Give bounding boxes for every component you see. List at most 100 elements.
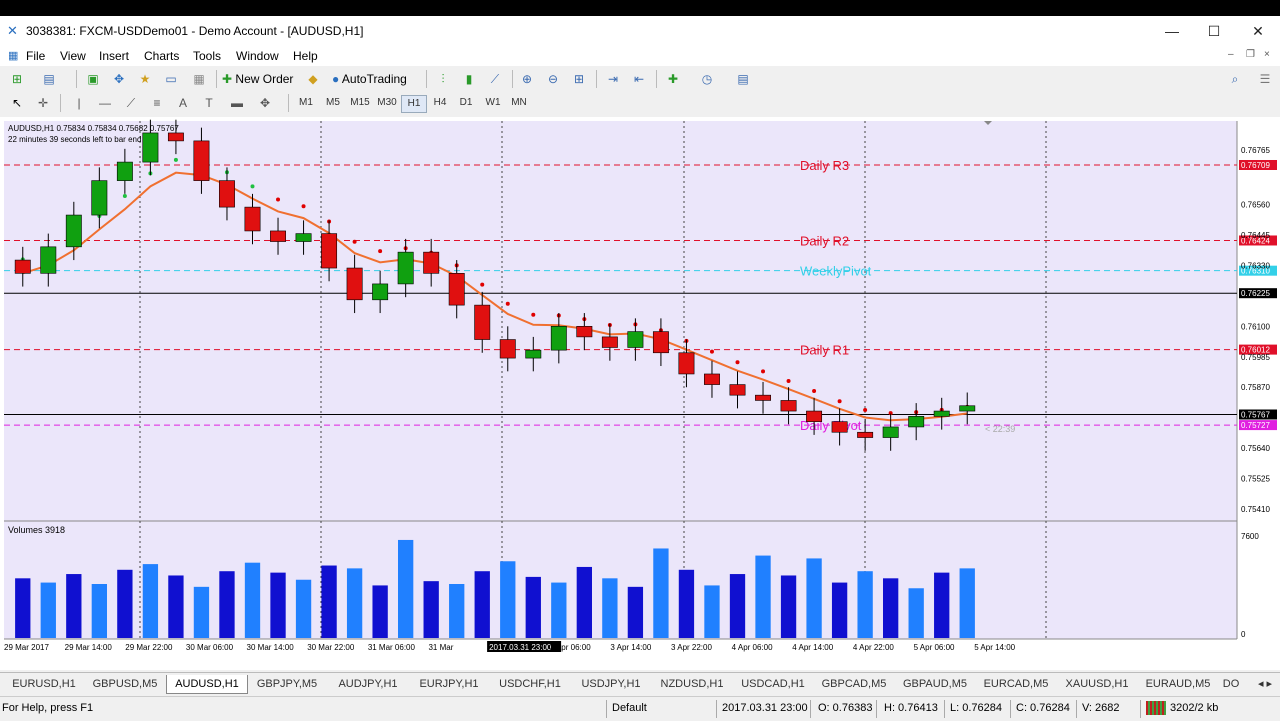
chart-window[interactable]: Daily R3 0.76709 Daily R2 0.76424 WeeklyPivo… bbox=[0, 117, 1280, 670]
ma-dot bbox=[863, 408, 868, 413]
maximize-button[interactable]: ☐ bbox=[1194, 20, 1234, 42]
tab-nzdusd-h1[interactable]: NZDUSD,H1 bbox=[652, 675, 732, 693]
trendline-icon[interactable]: ⟋ bbox=[122, 94, 140, 112]
candle-body bbox=[423, 251, 440, 274]
time-tick: 29 Mar 14:00 bbox=[65, 643, 113, 652]
volume-bar bbox=[934, 572, 950, 638]
data-window-icon[interactable]: ✥ bbox=[110, 70, 128, 88]
tab-gbpjpy-m5[interactable]: GBPJPY,M5 bbox=[247, 675, 327, 693]
ma-dot bbox=[761, 369, 766, 374]
tab-eurcad-m5[interactable]: EURCAD,M5 bbox=[976, 675, 1056, 693]
timeframe-m15[interactable]: M15 bbox=[348, 95, 372, 111]
tab-eurusd-h1[interactable]: EURUSD,H1 bbox=[4, 675, 84, 693]
line-chart-icon[interactable]: ⟋ bbox=[486, 70, 504, 88]
chart-shift-icon[interactable]: ⇥ bbox=[604, 70, 622, 88]
level-price-label: 0.75767 bbox=[1241, 410, 1270, 419]
ma-dot bbox=[709, 349, 714, 354]
menu-view[interactable]: View bbox=[60, 49, 86, 63]
profiles-icon[interactable]: ▤ bbox=[40, 70, 58, 88]
price-tick: 0.76560 bbox=[1241, 200, 1270, 209]
connection-status-icon[interactable] bbox=[1146, 701, 1166, 715]
zoom-in-icon[interactable]: ⊕ bbox=[518, 70, 536, 88]
chart-icon[interactable]: ▦ bbox=[8, 49, 18, 62]
time-tick: 30 Mar 14:00 bbox=[247, 643, 295, 652]
status-separator bbox=[606, 700, 607, 718]
timeframe-h1[interactable]: H1 bbox=[401, 95, 427, 113]
arrows-icon[interactable]: ✥ bbox=[256, 94, 274, 112]
mdi-close-icon[interactable]: × bbox=[1264, 49, 1270, 60]
tab-do[interactable]: DO bbox=[1219, 675, 1243, 693]
timeframe-m5[interactable]: M5 bbox=[321, 95, 345, 111]
tab-gbpusd-m5[interactable]: GBPUSD,M5 bbox=[85, 675, 165, 693]
periods-icon[interactable]: ◷ bbox=[698, 70, 716, 88]
channel-icon[interactable]: ≡ bbox=[148, 94, 166, 112]
autotrading-button[interactable]: ● AutoTrading bbox=[332, 69, 407, 89]
candlestick-icon[interactable]: ▮ bbox=[460, 70, 478, 88]
new-chart-icon[interactable]: ⊞ bbox=[8, 70, 26, 88]
tab-eurjpy-h1[interactable]: EURJPY,H1 bbox=[409, 675, 489, 693]
new-order-button[interactable]: ✚ New Order bbox=[222, 69, 293, 89]
indicators-icon[interactable]: ✚ bbox=[664, 70, 682, 88]
price-pane bbox=[4, 121, 1237, 521]
tab-audjpy-h1[interactable]: AUDJPY,H1 bbox=[328, 675, 408, 693]
mdi-restore-icon[interactable]: ❐ bbox=[1246, 49, 1255, 60]
volume-bar bbox=[219, 571, 235, 638]
menu-help[interactable]: Help bbox=[293, 49, 318, 63]
tab-usdchf-h1[interactable]: USDCHF,H1 bbox=[490, 675, 570, 693]
ma-dot bbox=[173, 157, 178, 162]
time-tick: 4 Apr 14:00 bbox=[792, 643, 833, 652]
zoom-out-icon[interactable]: ⊖ bbox=[544, 70, 562, 88]
timeframe-w1[interactable]: W1 bbox=[481, 95, 505, 111]
mdi-minimize-icon[interactable]: – bbox=[1228, 49, 1234, 60]
vertical-line-icon[interactable]: | bbox=[70, 94, 88, 112]
text-label-icon[interactable]: T bbox=[200, 94, 218, 112]
menu-tools[interactable]: Tools bbox=[193, 49, 221, 63]
bar-chart-icon[interactable]: ⫶ bbox=[434, 70, 452, 88]
crosshair-icon[interactable]: ✛ bbox=[34, 94, 52, 112]
search-icon[interactable]: ⌕ bbox=[1226, 70, 1244, 88]
terminal-icon[interactable]: ▭ bbox=[162, 70, 180, 88]
menu-window[interactable]: Window bbox=[236, 49, 279, 63]
volume-bar bbox=[295, 579, 312, 638]
tab-scroll-icon[interactable]: ◂ ▸ bbox=[1254, 675, 1276, 693]
menu-insert[interactable]: Insert bbox=[99, 49, 129, 63]
current-bar-marker: < 22:39 bbox=[985, 424, 1015, 434]
volume-bar bbox=[576, 566, 592, 638]
tab-euraud-m5[interactable]: EURAUD,M5 bbox=[1138, 675, 1218, 693]
ma-dot bbox=[352, 239, 357, 244]
timeframe-d1[interactable]: D1 bbox=[454, 95, 478, 111]
templates-icon[interactable]: ▤ bbox=[734, 70, 752, 88]
market-watch-icon[interactable]: ▣ bbox=[84, 70, 102, 88]
metaeditor-icon[interactable]: ◆ bbox=[304, 70, 322, 88]
timeframe-m1[interactable]: M1 bbox=[294, 95, 318, 111]
cursor-icon[interactable]: ↖ bbox=[8, 94, 26, 112]
tab-gbpcad-m5[interactable]: GBPCAD,M5 bbox=[814, 675, 894, 693]
strategy-tester-icon[interactable]: ▦ bbox=[190, 70, 208, 88]
terminal-window: ✕ 3038381: FXCM-USDDemo01 - Demo Account… bbox=[0, 16, 1280, 721]
timeframe-h4[interactable]: H4 bbox=[428, 95, 452, 111]
tab-xauusd-h1[interactable]: XAUUSD,H1 bbox=[1057, 675, 1137, 693]
candle-body bbox=[295, 233, 312, 242]
tab-gbpaud-m5[interactable]: GBPAUD,M5 bbox=[895, 675, 975, 693]
timeframe-m30[interactable]: M30 bbox=[375, 95, 399, 111]
candle-body bbox=[627, 331, 644, 348]
minimize-button[interactable]: — bbox=[1152, 20, 1192, 42]
menu-charts[interactable]: Charts bbox=[144, 49, 179, 63]
shapes-icon[interactable]: ▬ bbox=[228, 94, 246, 112]
status-profile[interactable]: Default bbox=[612, 702, 647, 714]
candle-body bbox=[831, 421, 848, 433]
price-chart[interactable]: Daily R3 0.76709Daily R2 0.76424WeeklyPivo… bbox=[0, 117, 1280, 670]
navigator-icon[interactable]: ★ bbox=[136, 70, 154, 88]
candle-body bbox=[270, 230, 286, 242]
close-button[interactable]: ✕ bbox=[1238, 20, 1278, 42]
tab-usdjpy-h1[interactable]: USDJPY,H1 bbox=[571, 675, 651, 693]
text-icon[interactable]: A bbox=[174, 94, 192, 112]
tab-usdcad-h1[interactable]: USDCAD,H1 bbox=[733, 675, 813, 693]
tile-windows-icon[interactable]: ⊞ bbox=[570, 70, 588, 88]
chat-icon[interactable]: ☰ bbox=[1256, 70, 1274, 88]
horizontal-line-icon[interactable]: — bbox=[96, 94, 114, 112]
tab-audusd-h1[interactable]: AUDUSD,H1 bbox=[166, 675, 248, 694]
autoscroll-icon[interactable]: ⇤ bbox=[630, 70, 648, 88]
menu-file[interactable]: File bbox=[26, 49, 45, 63]
timeframe-mn[interactable]: MN bbox=[507, 95, 531, 111]
